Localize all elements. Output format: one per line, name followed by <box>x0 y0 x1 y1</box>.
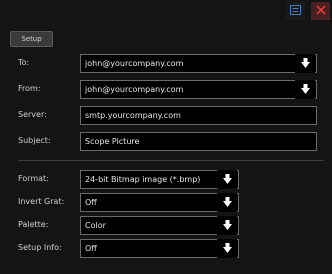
down-arrow-icon <box>300 57 310 70</box>
from-value: john@yourcompany.com <box>85 85 184 94</box>
close-icon <box>315 5 326 17</box>
setup-info-label: Setup Info: <box>18 243 62 252</box>
window-title-bar <box>0 0 332 22</box>
palette-select[interactable]: Color <box>80 216 239 235</box>
down-arrow-icon <box>222 219 232 232</box>
palette-dropdown-button[interactable] <box>217 216 237 235</box>
format-dropdown-button[interactable] <box>217 170 237 189</box>
menu-icon <box>290 5 301 17</box>
to-value: john@yourcompany.com <box>85 59 184 68</box>
server-label: Server: <box>18 110 47 119</box>
setup-info-select[interactable]: Off <box>80 239 239 258</box>
section-divider <box>18 160 324 161</box>
setup-button[interactable]: Setup <box>10 31 53 47</box>
down-arrow-icon <box>222 196 232 209</box>
palette-value: Color <box>85 221 106 230</box>
from-field[interactable]: john@yourcompany.com <box>80 80 317 99</box>
to-label: To: <box>18 58 30 67</box>
invert-grat-label: Invert Grat: <box>18 197 65 206</box>
to-field[interactable]: john@yourcompany.com <box>80 54 317 73</box>
close-button[interactable] <box>311 2 330 20</box>
setup-info-value: Off <box>85 244 97 253</box>
invert-grat-select[interactable]: Off <box>80 193 239 212</box>
to-dropdown-button[interactable] <box>295 54 315 73</box>
format-value: 24-bit Bitmap image (*.bmp) <box>85 175 201 184</box>
format-select[interactable]: 24-bit Bitmap image (*.bmp) <box>80 170 239 189</box>
server-value: smtp.yourcompany.com <box>85 111 181 120</box>
from-label: From: <box>18 84 41 93</box>
format-label: Format: <box>18 174 49 183</box>
subject-value: Scope Picture <box>85 137 140 146</box>
invert-grat-value: Off <box>85 198 97 207</box>
subject-label: Subject: <box>18 136 51 145</box>
menu-button[interactable] <box>286 2 305 20</box>
from-dropdown-button[interactable] <box>295 80 315 99</box>
subject-field[interactable]: Scope Picture <box>80 132 317 151</box>
email-setup-window: Setup To: john@yourcompany.com From: joh… <box>0 0 332 274</box>
down-arrow-icon <box>300 83 310 96</box>
palette-label: Palette: <box>18 220 49 229</box>
server-field[interactable]: smtp.yourcompany.com <box>80 106 317 125</box>
down-arrow-icon <box>222 242 232 255</box>
invert-grat-dropdown-button[interactable] <box>217 193 237 212</box>
setup-info-dropdown-button[interactable] <box>217 239 237 258</box>
down-arrow-icon <box>222 173 232 186</box>
